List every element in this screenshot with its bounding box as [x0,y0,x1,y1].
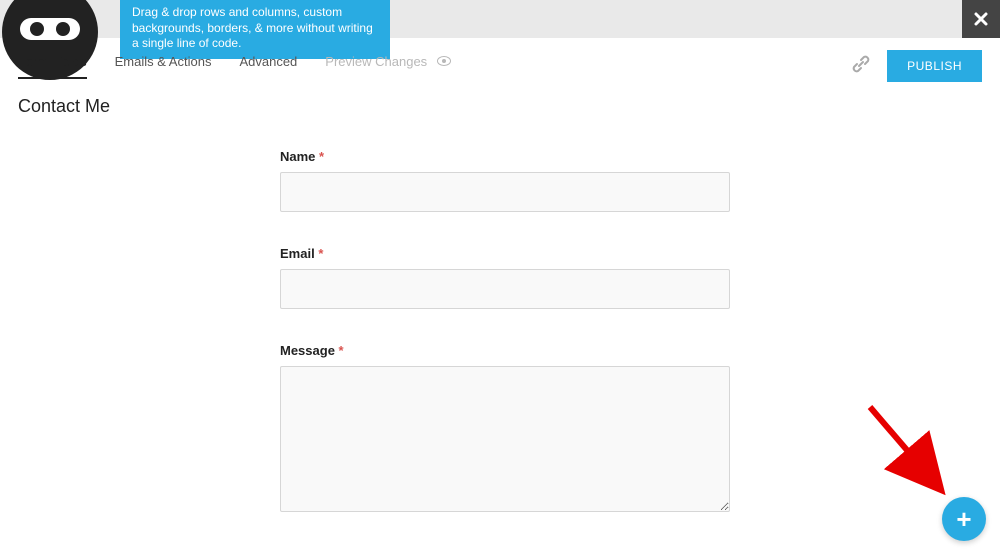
tab-emails-actions[interactable]: Emails & Actions [115,54,212,79]
email-input[interactable] [280,269,730,309]
field-email-label: Email * [280,246,730,261]
tab-preview-changes[interactable]: Preview Changes [325,54,451,79]
form-title: Contact Me [0,82,1000,117]
field-message-label: Message * [280,343,730,358]
field-name-label: Name * [280,149,730,164]
required-marker: * [339,343,344,358]
tab-form-fields[interactable]: Form Fields [18,54,87,79]
ninja-logo [0,0,120,38]
tab-advanced[interactable]: Advanced [239,54,297,79]
field-name[interactable]: Name * [280,149,730,212]
message-textarea[interactable] [280,366,730,512]
close-icon [973,11,989,27]
required-marker: * [319,149,324,164]
field-message[interactable]: Message * [280,343,730,517]
name-input[interactable] [280,172,730,212]
eye-icon [437,54,451,69]
plus-icon: + [956,504,971,535]
close-button[interactable] [962,0,1000,38]
add-field-button[interactable]: + [942,497,986,541]
required-marker: * [318,246,323,261]
annotation-arrow [860,397,950,497]
link-icon[interactable] [851,54,871,79]
field-email[interactable]: Email * [280,246,730,309]
publish-button[interactable]: PUBLISH [887,50,982,82]
form-builder-area: Name * Email * Message * [270,149,730,517]
tab-preview-label: Preview Changes [325,54,427,69]
